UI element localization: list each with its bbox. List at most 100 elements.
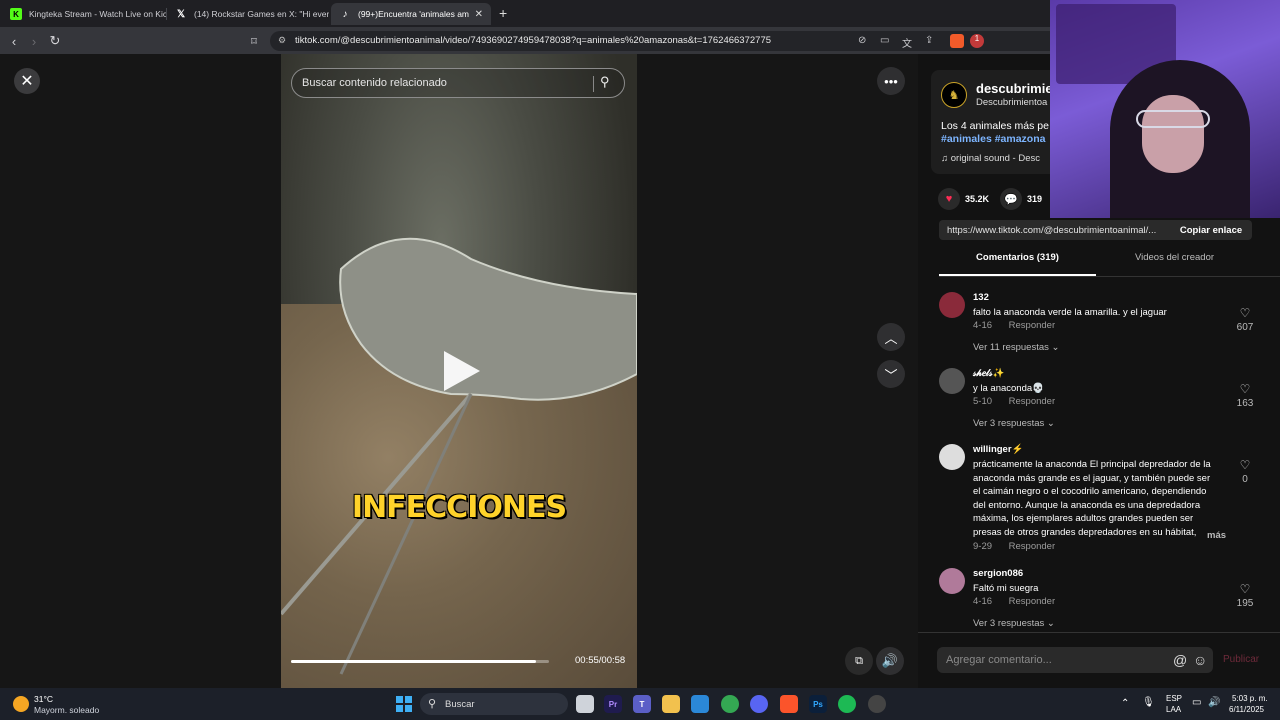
comment-meta: 9-29 Responder (973, 541, 1055, 552)
comment-date: 4-16 (973, 320, 993, 331)
no-tracking-icon[interactable]: ⊘ (858, 35, 866, 46)
file-explorer-icon[interactable] (662, 695, 680, 713)
volume-icon[interactable]: 🔊 (1208, 697, 1220, 708)
avatar[interactable] (939, 292, 965, 318)
translate-icon[interactable]: 文 (902, 35, 912, 50)
previous-video-button[interactable]: ︿ (877, 323, 905, 351)
weather-sun-icon[interactable] (13, 696, 29, 712)
clock-date[interactable]: 6/11/2025 (1229, 705, 1264, 714)
webcam-overlay (1050, 0, 1280, 218)
chrome-icon[interactable] (721, 695, 739, 713)
new-tab-button[interactable]: + (499, 5, 507, 21)
tab-creator-videos[interactable]: Videos del creador (1096, 252, 1253, 276)
next-video-button[interactable]: ﹀ (877, 360, 905, 388)
close-icon[interactable]: ✕ (14, 68, 40, 94)
search-input[interactable]: Buscar contenido relacionado (302, 77, 447, 89)
emoji-icon[interactable]: ☺ (1193, 652, 1207, 668)
obs-icon[interactable] (868, 695, 886, 713)
webcam-glasses (1136, 110, 1210, 128)
discord-icon[interactable] (750, 695, 768, 713)
like-button[interactable]: ♥ 35.2K (938, 188, 989, 210)
spotify-icon[interactable] (838, 695, 856, 713)
avatar[interactable] (939, 568, 965, 594)
share-link-text[interactable]: https://www.tiktok.com/@descubrimientoan… (947, 225, 1167, 236)
brave-icon[interactable] (780, 695, 798, 713)
avatar[interactable] (939, 444, 965, 470)
tab-tiktok[interactable]: ♪ (99+)Encuentra 'animales amazo ✕ (331, 3, 491, 25)
video-hashtags[interactable]: #animales #amazona (941, 133, 1045, 145)
reply-button[interactable]: Responder (1009, 396, 1055, 407)
comment-meta: 4-16 Responder (973, 596, 1055, 607)
comment-composer: Agregar comentario... @ ☺ Publicar (918, 632, 1280, 688)
tab-x[interactable]: 𝕏 (14) Rockstar Games en X: "Hi everyo (167, 3, 329, 25)
close-tab-icon[interactable]: ✕ (469, 9, 483, 20)
weather-temperature[interactable]: 31°C (34, 694, 53, 704)
reload-icon[interactable]: ↻ (45, 31, 65, 51)
cast-icon[interactable]: ▭ (880, 35, 889, 46)
volume-icon[interactable]: 🔊 (876, 647, 904, 675)
reply-button[interactable]: Responder (1009, 541, 1055, 552)
comment-username[interactable]: 132 (973, 292, 989, 303)
tab-title: Kingteka Stream - Watch Live on Kick (29, 9, 166, 19)
site-settings-icon[interactable]: ⚙ (278, 35, 286, 46)
taskbar-search[interactable]: ⚲ Buscar (420, 693, 568, 715)
view-replies-button[interactable]: Ver 11 respuestas ⌄ (973, 342, 1059, 353)
brave-shields-icon[interactable] (950, 34, 964, 48)
share-link-box: https://www.tiktok.com/@descubrimientoan… (939, 220, 1252, 240)
network-icon[interactable]: ▭ (1192, 697, 1201, 708)
heart-outline-icon[interactable]: ♡ (1233, 306, 1257, 320)
tray-overflow-icon[interactable]: ⌃ (1121, 698, 1129, 709)
language-secondary[interactable]: LAA (1166, 705, 1181, 714)
more-link[interactable]: más (1207, 530, 1226, 541)
clock-time[interactable]: 5:03 p. m. (1232, 694, 1268, 703)
video-area: ✕ Buscar contenido relacionado ⚲ INFECCI… (0, 54, 918, 688)
heart-outline-icon[interactable]: ♡ (1233, 458, 1257, 472)
bookmark-icon[interactable]: ⌑ (244, 31, 264, 51)
progress-fill (291, 660, 536, 663)
store-icon[interactable] (691, 695, 709, 713)
search-icon[interactable]: ⚲ (600, 74, 610, 90)
author-avatar[interactable]: ♞ (941, 82, 967, 108)
back-icon[interactable]: ‹ (4, 31, 24, 51)
heart-outline-icon[interactable]: ♡ (1233, 382, 1257, 396)
copy-link-button[interactable]: Copiar enlace (1170, 220, 1252, 240)
rewards-badge[interactable]: 1 (970, 34, 984, 48)
like-count: 35.2K (965, 194, 990, 204)
mention-icon[interactable]: @ (1173, 652, 1187, 668)
publish-button[interactable]: Publicar (1223, 654, 1259, 665)
task-view-icon[interactable] (576, 695, 594, 713)
language-primary[interactable]: ESP (1166, 694, 1182, 703)
author-name[interactable]: descubrimien (976, 81, 1061, 96)
avatar[interactable] (939, 368, 965, 394)
comment-text: y la anaconda💀 (973, 383, 1044, 394)
comment-input[interactable]: Agregar comentario... @ ☺ (937, 647, 1213, 673)
related-search-box[interactable]: Buscar contenido relacionado ⚲ (291, 68, 625, 98)
more-options-icon[interactable]: ••• (877, 67, 905, 95)
premiere-icon[interactable]: Pr (604, 695, 622, 713)
sound-link[interactable]: ♫ original sound - Desc (941, 153, 1040, 164)
photoshop-icon[interactable]: Ps (809, 695, 827, 713)
comment-button[interactable]: 💬 319 (1000, 188, 1042, 210)
progress-bar[interactable] (291, 660, 549, 663)
picture-in-picture-icon[interactable]: ⧉ (845, 647, 873, 675)
comment-date: 5-10 (973, 396, 993, 407)
heart-outline-icon[interactable]: ♡ (1233, 582, 1257, 596)
play-icon[interactable] (444, 351, 480, 391)
comment-username[interactable]: willinger⚡ (973, 444, 1023, 455)
tab-comments[interactable]: Comentarios (319) (939, 252, 1096, 276)
comment-username[interactable]: 𝓈𝒽𝑒𝓁𝓈✨ (973, 368, 1004, 379)
teams-icon[interactable]: T (633, 695, 651, 713)
search-divider (593, 76, 594, 92)
reply-button[interactable]: Responder (1009, 596, 1055, 607)
microphone-icon[interactable]: 🎙 (1142, 697, 1155, 708)
comment-item: 132 falto la anaconda verde la amarilla.… (939, 292, 1269, 358)
forward-icon[interactable]: › (24, 31, 44, 51)
share-icon[interactable]: ⇪ (925, 35, 933, 46)
view-replies-button[interactable]: Ver 3 respuestas ⌄ (973, 418, 1055, 429)
view-replies-button[interactable]: Ver 3 respuestas ⌄ (973, 618, 1055, 629)
comment-username[interactable]: sergion086 (973, 568, 1023, 579)
windows-start-icon[interactable] (396, 696, 412, 712)
address-bar[interactable]: ⚙ tiktok.com/@descubrimientoanimal/video… (270, 31, 1050, 51)
reply-button[interactable]: Responder (1009, 320, 1055, 331)
tab-kick[interactable]: K Kingteka Stream - Watch Live on Kick (2, 3, 166, 25)
